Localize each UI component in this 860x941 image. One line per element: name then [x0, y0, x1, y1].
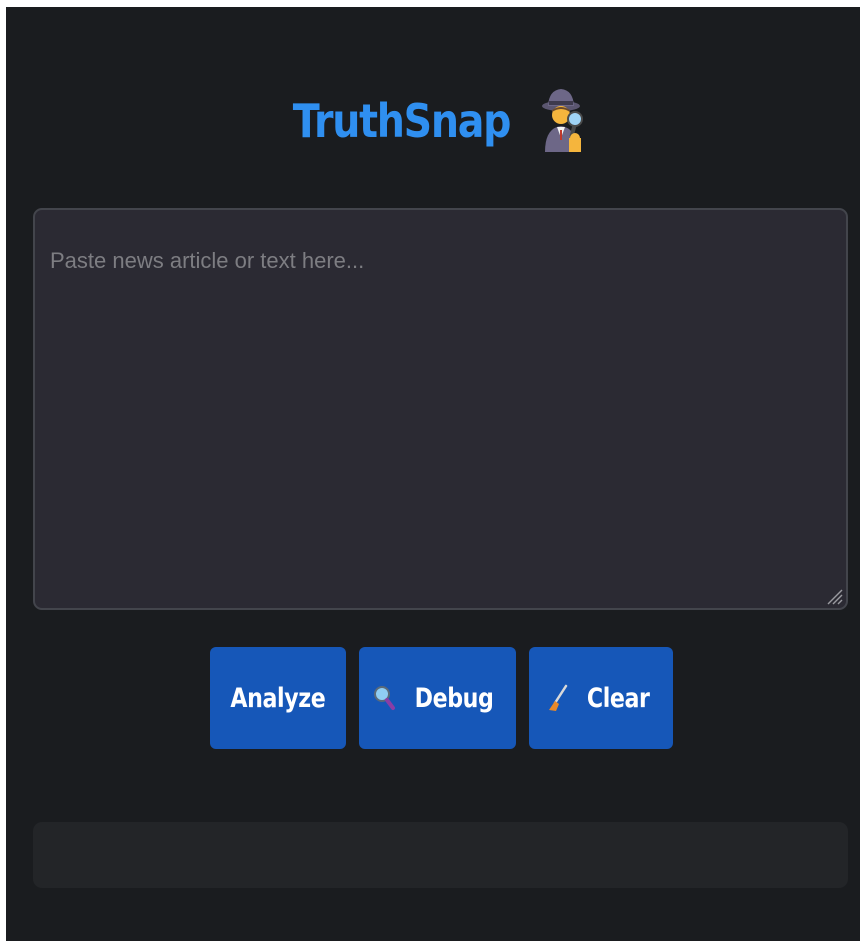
detective-icon	[541, 86, 585, 156]
article-input-wrapper	[33, 208, 848, 610]
debug-button[interactable]: Debug	[359, 647, 516, 749]
app-container: TruthSnap Paste news article or text her…	[6, 7, 860, 941]
app-title: TruthSnap	[292, 94, 511, 148]
clear-button-label: Clear	[586, 682, 650, 714]
magnifying-glass-icon	[372, 683, 396, 713]
header: TruthSnap	[0, 81, 860, 161]
analyze-button[interactable]: Analyze	[210, 647, 346, 749]
broom-icon	[546, 683, 570, 713]
clear-button[interactable]: Clear	[529, 647, 673, 749]
article-input[interactable]	[35, 210, 846, 608]
action-buttons: Analyze Debug Clear	[6, 647, 860, 750]
debug-button-label: Debug	[415, 682, 494, 714]
result-panel	[33, 822, 848, 888]
resize-handle-icon[interactable]	[825, 587, 843, 605]
analyze-button-label: Analyze	[230, 682, 326, 714]
